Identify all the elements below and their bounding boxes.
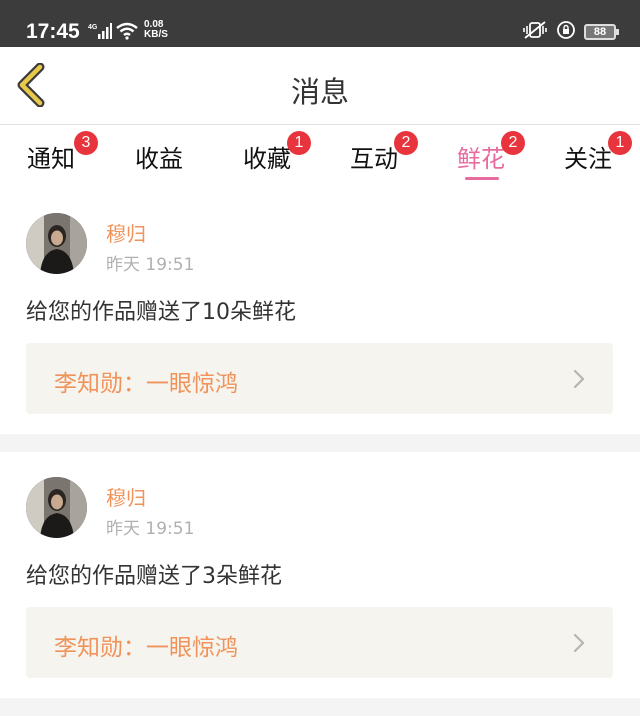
work-link[interactable]: 李知勋：一眼惊鸿 <box>26 607 613 678</box>
svg-text:4G: 4G <box>88 24 98 31</box>
rotation-lock-icon <box>556 20 576 44</box>
tab-label: 通知 <box>27 145 75 173</box>
tab-label: 关注 <box>564 145 612 173</box>
unread-badge: 2 <box>501 131 525 155</box>
unread-badge: 1 <box>608 131 632 155</box>
tab-label: 收藏 <box>243 145 291 173</box>
unread-badge: 3 <box>74 131 98 155</box>
status-time: 17:45 <box>26 20 80 43</box>
wifi-icon <box>115 22 139 44</box>
chevron-right-icon <box>573 369 585 389</box>
username[interactable]: 穆归 <box>106 482 146 511</box>
timestamp: 昨天 19:51 <box>106 519 195 539</box>
tab-favorites[interactable]: 收藏 1 <box>239 131 311 174</box>
work-title: 李知勋：一眼惊鸿 <box>54 635 238 661</box>
status-bar: 17:45 4G 0.08 KB/S 88 <box>0 0 640 47</box>
message-text: 给您的作品赠送了3朵鲜花 <box>26 564 282 589</box>
work-link[interactable]: 李知勋：一眼惊鸿 <box>26 343 613 414</box>
vibrate-mute-icon <box>522 20 548 44</box>
tab-earnings[interactable]: 收益 <box>131 139 187 174</box>
network-speed: 0.08 KB/S <box>144 19 168 40</box>
tab-following[interactable]: 关注 1 <box>560 131 632 174</box>
message-text: 给您的作品赠送了10朵鲜花 <box>26 300 296 325</box>
avatar[interactable] <box>26 477 87 538</box>
message-card <box>0 716 640 725</box>
message-card: 穆归 昨天 19:51 给您的作品赠送了3朵鲜花 李知勋：一眼惊鸿 <box>0 452 640 698</box>
message-card: 穆归 昨天 19:51 给您的作品赠送了10朵鲜花 李知勋：一眼惊鸿 <box>0 188 640 434</box>
tab-label: 鲜花 <box>457 145 505 173</box>
unread-badge: 2 <box>394 131 418 155</box>
timestamp: 昨天 19:51 <box>106 255 195 275</box>
tab-flowers[interactable]: 鲜花 2 <box>453 131 525 180</box>
unread-badge: 1 <box>287 131 311 155</box>
tab-label: 收益 <box>135 145 183 173</box>
tab-interactions[interactable]: 互动 2 <box>346 131 418 174</box>
work-title: 李知勋：一眼惊鸿 <box>54 371 238 397</box>
tab-label: 互动 <box>350 145 398 173</box>
avatar[interactable] <box>26 213 87 274</box>
page-title: 消息 <box>290 75 349 109</box>
username[interactable]: 穆归 <box>106 218 146 247</box>
tab-bar: 通知 3 收益 收藏 1 互动 2 鲜花 2 关注 1 <box>0 125 640 188</box>
active-tab-indicator <box>465 177 499 180</box>
header: 消息 <box>0 47 640 125</box>
chevron-right-icon <box>573 633 585 653</box>
cellular-signal-icon: 4G <box>88 22 112 44</box>
tab-notifications[interactable]: 通知 3 <box>23 131 98 174</box>
battery-indicator: 88 <box>584 24 619 40</box>
